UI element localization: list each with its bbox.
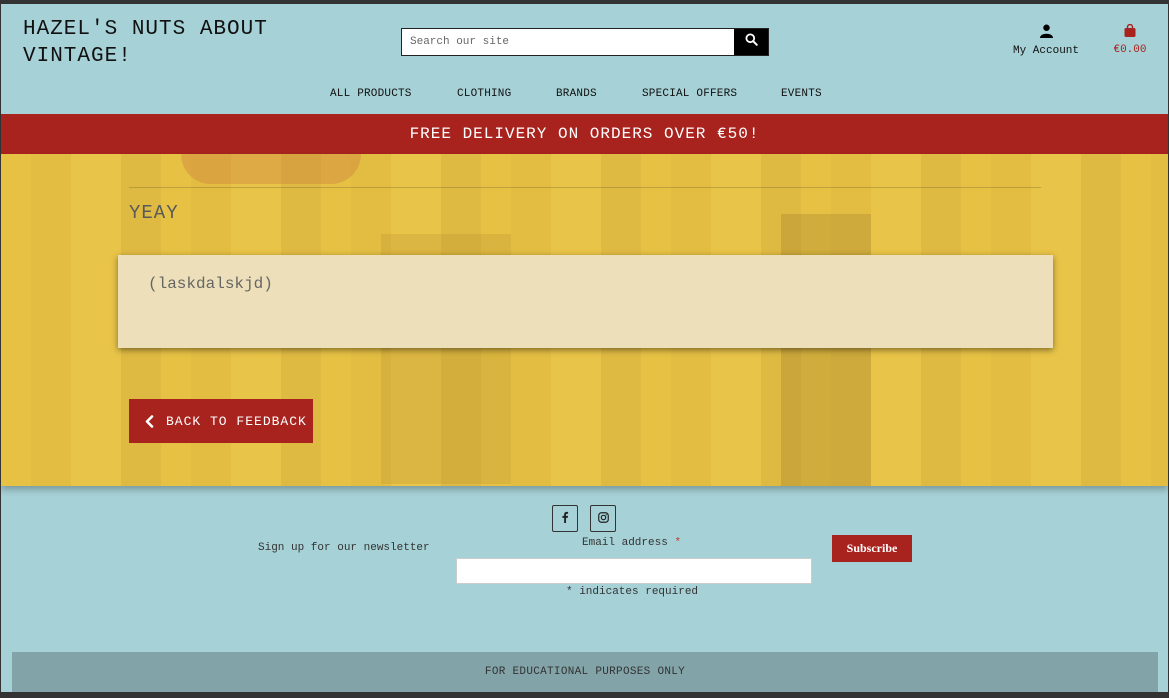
nav-item-all-products[interactable]: ALL PRODUCTS <box>330 88 412 100</box>
hero-section: YEAY (laskdalskjd) BACK TO FEEDBACK <box>1 154 1168 486</box>
shopping-bag-icon <box>1107 23 1153 41</box>
nav-item-brands[interactable]: BRANDS <box>556 88 597 100</box>
user-icon <box>1006 24 1086 42</box>
required-marker: * <box>674 537 682 549</box>
search-button[interactable] <box>734 29 768 55</box>
my-account-link[interactable]: My Account <box>1006 24 1086 57</box>
nav-item-clothing[interactable]: CLOTHING <box>457 88 511 100</box>
main-nav: ALL PRODUCTS CLOTHING BRANDS SPECIAL OFF… <box>1 88 1168 108</box>
feedback-title: YEAY <box>129 202 179 224</box>
email-label-text: Email address <box>582 537 668 549</box>
chevron-left-icon <box>145 414 154 428</box>
nav-item-special-offers[interactable]: SPECIAL OFFERS <box>642 88 737 100</box>
instagram-icon <box>597 510 609 528</box>
educational-note: FOR EDUCATIONAL PURPOSES ONLY <box>12 652 1158 692</box>
search-input[interactable] <box>402 29 734 55</box>
feedback-card: (laskdalskjd) <box>118 255 1053 348</box>
facebook-icon <box>561 510 569 528</box>
page: HAZEL'S NUTS ABOUT VINTAGE! My Account <box>1 4 1168 692</box>
delivery-banner: FREE DELIVERY ON ORDERS OVER €50! <box>1 114 1168 154</box>
cart-link[interactable]: €0.00 <box>1107 23 1153 56</box>
instagram-link[interactable] <box>590 505 616 532</box>
divider <box>129 187 1041 188</box>
brand-title[interactable]: HAZEL'S NUTS ABOUT VINTAGE! <box>23 16 303 70</box>
email-label: Email address * <box>582 537 681 549</box>
search-icon <box>744 33 758 51</box>
facebook-link[interactable] <box>552 505 578 532</box>
background-photo-detail <box>181 154 361 184</box>
subscribe-button[interactable]: Subscribe <box>832 535 912 562</box>
back-button-label: BACK TO FEEDBACK <box>166 413 307 429</box>
cart-total: €0.00 <box>1113 44 1147 56</box>
newsletter-label: Sign up for our newsletter <box>258 542 430 554</box>
feedback-body: (laskdalskjd) <box>148 275 273 293</box>
nav-item-events[interactable]: EVENTS <box>781 88 822 100</box>
email-field[interactable] <box>456 558 812 584</box>
back-to-feedback-button[interactable]: BACK TO FEEDBACK <box>129 399 313 443</box>
required-note: * indicates required <box>566 586 699 598</box>
search-bar <box>401 28 769 56</box>
account-label: My Account <box>1012 45 1079 57</box>
